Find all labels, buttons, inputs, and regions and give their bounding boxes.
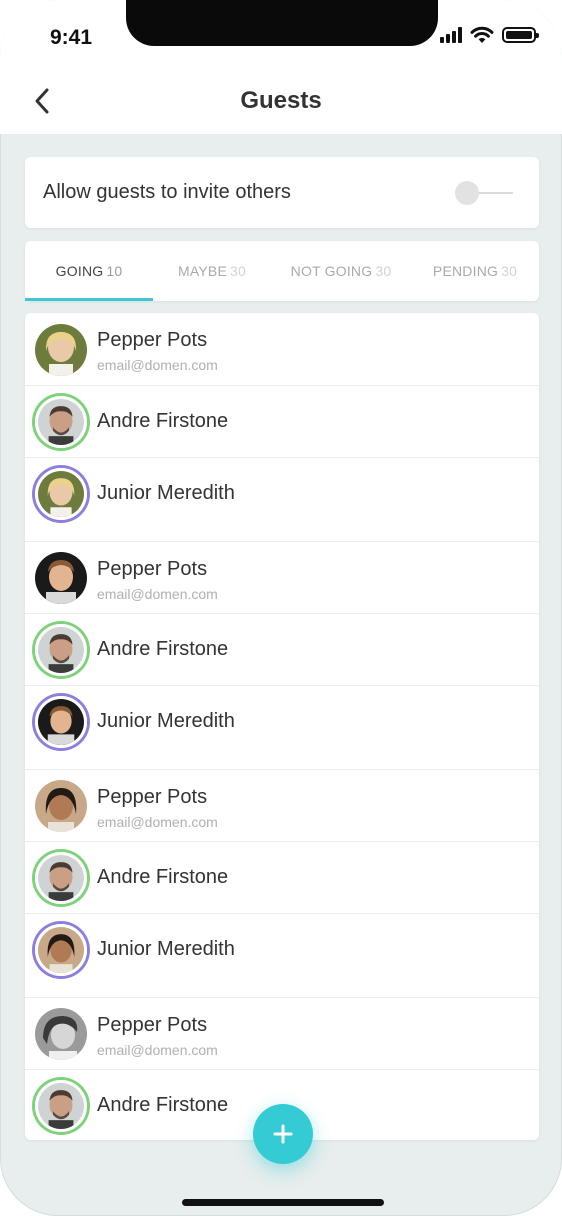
battery-icon [502, 27, 539, 43]
tab-count: 30 [501, 263, 518, 279]
guest-name: Andre Firstone [97, 410, 229, 432]
avatar [35, 924, 87, 976]
guest-row[interactable]: Andre Firstone [25, 842, 539, 914]
guest-row[interactable]: Pepper Pots email@domen.com [25, 542, 539, 614]
guest-row[interactable]: Junior Meredith [25, 686, 539, 770]
guest-name: Andre Firstone [97, 866, 229, 888]
back-button[interactable] [30, 86, 58, 116]
invite-setting-row: Allow guests to invite others [25, 157, 539, 228]
active-tab-indicator [25, 298, 153, 301]
avatar [35, 624, 87, 676]
tab-maybe[interactable]: MAYBE 30 [153, 241, 271, 301]
home-indicator[interactable] [182, 1199, 384, 1206]
avatar [35, 324, 87, 376]
navigation-bar: Guests [0, 68, 562, 134]
guest-row[interactable]: Andre Firstone [25, 614, 539, 686]
guest-name: Andre Firstone [97, 1094, 229, 1116]
tab-label: MAYBE [178, 263, 227, 279]
guest-row[interactable]: Andre Firstone [25, 386, 539, 458]
chevron-left-icon [35, 88, 49, 114]
guest-email: email@domen.com [97, 586, 218, 602]
guest-name: Junior Meredith [97, 482, 235, 504]
tab-label: PENDING [432, 263, 499, 279]
guest-name: Pepper Pots [97, 786, 208, 808]
tab-pending[interactable]: PENDING 30 [411, 241, 539, 301]
tab-count: 30 [375, 263, 392, 279]
allow-invite-toggle[interactable] [455, 181, 515, 205]
guest-email: email@domen.com [97, 1042, 218, 1058]
avatar [35, 696, 87, 748]
guest-name: Pepper Pots [97, 1014, 208, 1036]
tab-label: GOING [55, 263, 104, 279]
guest-row[interactable]: Pepper Pots email@domen.com [25, 998, 539, 1070]
avatar [35, 852, 87, 904]
guest-name: Junior Meredith [97, 710, 235, 732]
avatar [35, 552, 87, 604]
guest-row[interactable]: Pepper Pots email@domen.com [25, 313, 539, 386]
guest-name: Andre Firstone [97, 638, 229, 660]
wifi-icon [470, 26, 494, 43]
plus-icon [273, 1124, 293, 1144]
guest-name: Pepper Pots [97, 558, 208, 580]
toggle-knob [455, 181, 479, 205]
avatar [35, 1008, 87, 1060]
guest-row[interactable]: Junior Meredith [25, 914, 539, 998]
invite-setting-label: Allow guests to invite others [43, 181, 291, 203]
tab-label: NOT GOING [290, 263, 373, 279]
guest-row[interactable]: Junior Meredith [25, 458, 539, 542]
phone-frame: 9:41 Guests Allow guests to invite other… [0, 0, 562, 1216]
tab-going[interactable]: GOING 10 [25, 241, 153, 301]
avatar [35, 1080, 87, 1132]
guest-name: Pepper Pots [97, 329, 208, 351]
guest-email: email@domen.com [97, 357, 218, 373]
page-title: Guests [240, 87, 322, 114]
guest-name: Junior Meredith [97, 938, 235, 960]
avatar [35, 396, 87, 448]
status-time: 9:41 [50, 26, 93, 49]
tab-not-going[interactable]: NOT GOING 30 [271, 241, 411, 301]
device-notch [126, 0, 438, 46]
avatar [35, 780, 87, 832]
status-tabs: GOING 10 MAYBE 30 NOT GOING 30 PENDING 30 [25, 241, 539, 301]
status-bar: 9:41 [0, 0, 562, 68]
tab-count: 10 [106, 263, 123, 279]
guest-list: Pepper Pots email@domen.com Andre Firsto… [25, 313, 539, 1140]
cellular-signal-icon [440, 27, 462, 43]
avatar [35, 468, 87, 520]
add-guest-button[interactable] [253, 1104, 313, 1164]
guest-email: email@domen.com [97, 814, 218, 830]
status-icons [440, 24, 539, 46]
guest-row[interactable]: Pepper Pots email@domen.com [25, 770, 539, 842]
tab-count: 30 [230, 263, 246, 279]
